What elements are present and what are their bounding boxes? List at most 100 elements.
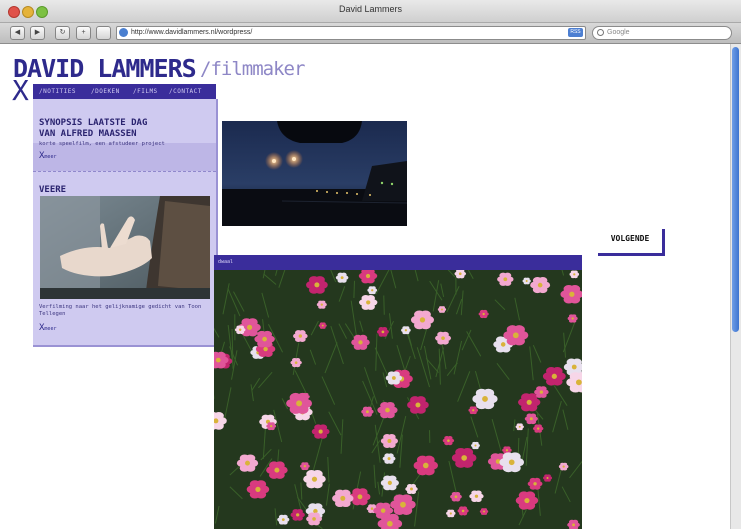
post-excerpt: korte speelfilm, een afstudeer project (39, 141, 165, 147)
flower (472, 388, 498, 410)
flower (306, 512, 322, 526)
flower (497, 272, 514, 286)
flower (442, 436, 455, 446)
flower (266, 422, 277, 431)
flower (335, 272, 349, 283)
flower (382, 453, 396, 464)
flower (290, 509, 305, 521)
back-button[interactable]: ◀ (10, 26, 25, 40)
vertical-scrollbar[interactable] (730, 44, 741, 529)
forward-button[interactable]: ▶ (30, 26, 45, 40)
flower (286, 392, 312, 414)
flower (450, 491, 462, 502)
flower (361, 406, 374, 417)
flower (236, 454, 259, 472)
rss-button[interactable]: RSS (568, 28, 583, 37)
flower (499, 452, 524, 473)
flower (380, 475, 399, 491)
site-subtitle: /filmmaker (200, 58, 305, 80)
flower (293, 330, 308, 342)
stem (383, 295, 385, 315)
flower (316, 300, 327, 309)
photo-caption: dwaal (218, 259, 234, 265)
flower (413, 455, 438, 476)
flower (254, 330, 275, 348)
next-button-label: VOLGENDE (610, 234, 650, 243)
flower (401, 326, 411, 335)
post-thumbnail-image[interactable] (40, 196, 210, 299)
post-title[interactable]: VEERE (39, 185, 66, 195)
flower (503, 325, 529, 346)
flower (246, 480, 270, 499)
flower (300, 462, 310, 471)
home-button[interactable] (96, 26, 111, 40)
nav-item-doeken[interactable]: /DOEKEN (91, 84, 120, 99)
flower (457, 506, 469, 516)
bookmark-add-button[interactable]: + (76, 26, 91, 40)
flower (454, 269, 467, 279)
reload-button[interactable]: ↻ (55, 26, 70, 40)
read-more-label: meer (44, 326, 57, 332)
divider (33, 171, 216, 172)
logo-x-icon[interactable]: X (12, 76, 29, 106)
flower (542, 367, 566, 386)
flower (515, 491, 539, 510)
scrollbar-thumb[interactable] (732, 47, 739, 332)
browser-toolbar: ◀ ▶ ↻ + http://www.davidlammers.nl/wordp… (0, 23, 741, 44)
nav-item-films[interactable]: /FILMS (133, 84, 158, 99)
flower (435, 331, 451, 345)
post-excerpt: Verfilming naar het gelijknamige gedicht… (39, 304, 202, 317)
next-button[interactable]: VOLGENDE (598, 229, 665, 256)
night-street-image[interactable] (222, 121, 407, 226)
flowers-artwork (214, 255, 582, 529)
flower (390, 494, 416, 515)
flower (380, 433, 399, 448)
flower (377, 401, 398, 419)
read-more-link[interactable]: Xmeer (39, 151, 56, 161)
search-placeholder: Google (607, 29, 630, 36)
post-title-line[interactable]: VAN ALFRED MAASSEN (39, 129, 137, 139)
photo-caption-bar: dwaal (214, 255, 582, 270)
read-more-label: meer (44, 154, 57, 160)
posts-panel: SYNOPSIS LAATSTE DAG VAN ALFRED MAASSEN … (33, 99, 218, 347)
read-more-link[interactable]: Xmeer (39, 323, 56, 333)
flower (446, 509, 456, 518)
flower (479, 508, 489, 515)
address-bar[interactable]: http://www.davidlammers.nl/wordpress/ (116, 26, 586, 40)
address-text: http://www.davidlammers.nl/wordpress/ (131, 29, 253, 36)
flower (318, 322, 327, 329)
flower (303, 470, 326, 489)
flower (410, 310, 435, 330)
stem (353, 280, 355, 298)
search-icon (597, 29, 604, 36)
flower (468, 406, 479, 415)
flower (524, 413, 538, 425)
flower (277, 514, 290, 525)
flower (266, 461, 288, 479)
flower (522, 277, 531, 285)
flower (567, 314, 578, 323)
site-globe-icon (119, 28, 128, 37)
flower (478, 309, 489, 319)
flower (358, 268, 378, 284)
nav-item-contact[interactable]: /CONTACT (169, 84, 202, 99)
flowers-image[interactable]: dwaal (214, 255, 582, 529)
flower (234, 325, 246, 335)
post-title-line[interactable]: SYNOPSIS LAATSTE DAG (39, 118, 147, 128)
flower (407, 396, 429, 414)
flower (542, 474, 553, 482)
main-nav: /NOTITIES /DOEKEN /FILMS /CONTACT (33, 84, 216, 99)
flower (367, 286, 378, 295)
flower (306, 276, 328, 294)
site-title[interactable]: DAVID LAMMERS (13, 54, 197, 83)
flower (530, 276, 551, 294)
flower (469, 490, 484, 503)
flower (351, 334, 370, 350)
search-input[interactable]: Google (592, 26, 732, 40)
flower (311, 424, 330, 439)
flower (359, 294, 378, 310)
nav-item-notities[interactable]: /NOTITIES (39, 84, 76, 99)
flower (437, 306, 447, 313)
flower (533, 424, 544, 433)
flower (332, 489, 354, 508)
